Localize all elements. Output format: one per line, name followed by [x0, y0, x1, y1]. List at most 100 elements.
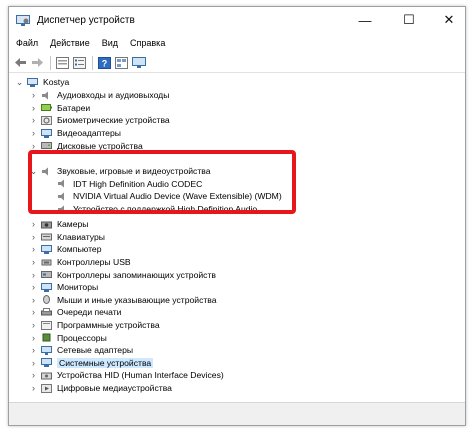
back-icon[interactable]	[13, 55, 28, 70]
disk-icon	[41, 142, 52, 150]
monitor-icon	[41, 282, 52, 292]
chevron-right-icon[interactable]: ›	[29, 257, 38, 267]
tree-item-label: Очереди печати	[57, 307, 122, 318]
software-device-icon	[41, 320, 52, 330]
maximize-button[interactable]: ☐	[397, 11, 421, 29]
tree-item-monitors[interactable]: › Мониторы	[29, 281, 98, 294]
storage-controller-icon	[41, 271, 52, 279]
properties-icon[interactable]	[55, 55, 70, 70]
svg-text:?: ?	[102, 58, 108, 68]
chevron-right-icon[interactable]: ›	[29, 295, 38, 305]
tree-item-digital-media[interactable]: › Цифровые медиаустройства	[29, 382, 172, 395]
camera-icon	[41, 221, 52, 229]
tree-item-label: Батареи	[57, 102, 91, 113]
menu-action[interactable]: Действие	[45, 38, 95, 48]
tree-item-cameras[interactable]: › Камеры	[29, 218, 88, 231]
help-icon[interactable]: ?	[97, 55, 112, 70]
fingerprint-icon	[41, 115, 52, 125]
device-list-icon[interactable]	[72, 55, 87, 70]
device-manager-icon	[16, 15, 30, 26]
chevron-right-icon[interactable]: ›	[29, 219, 38, 229]
tree-item-label: Мониторы	[57, 282, 99, 293]
battery-icon	[41, 104, 52, 112]
tree-item-system-devices[interactable]: › Системные устройства	[29, 357, 154, 370]
chevron-right-icon[interactable]: ›	[29, 320, 38, 330]
mouse-icon	[43, 295, 50, 305]
tree-root[interactable]: ⌄ Kostya	[15, 76, 70, 89]
tree-item-usb-controllers[interactable]: › Контроллеры USB	[29, 256, 131, 269]
network-adapter-icon	[41, 345, 52, 355]
chevron-right-icon[interactable]: ›	[29, 232, 38, 242]
processor-icon	[42, 333, 51, 342]
tree-item-processors[interactable]: › Процессоры	[29, 331, 107, 344]
tree-item-batteries[interactable]: › Батареи	[29, 102, 90, 115]
chevron-right-icon[interactable]: ›	[29, 282, 38, 292]
chevron-right-icon[interactable]: ›	[29, 345, 38, 355]
chevron-right-icon[interactable]: ›	[29, 370, 38, 380]
tree-item-label: Цифровые медиаустройства	[57, 383, 172, 394]
tree-item-label: Контроллеры запоминающих устройств	[57, 269, 216, 280]
computer-icon	[41, 244, 52, 254]
tree-item-mice[interactable]: › Мыши и иные указывающие устройства	[29, 294, 217, 307]
chevron-right-icon[interactable]: ›	[29, 383, 38, 393]
tree-item-storage-controllers[interactable]: › Контроллеры запоминающих устройств	[29, 268, 216, 281]
tree-item-label: Аудиовходы и аудиовыходы	[57, 90, 170, 101]
tree-item-label: Компьютер	[57, 244, 102, 255]
view-icon[interactable]	[114, 55, 129, 70]
title-bar: Диспетчер устройств — ☐ ✕	[9, 7, 465, 35]
chevron-right-icon[interactable]: ›	[29, 141, 38, 151]
menu-bar: Файл Действие Вид Справка	[9, 35, 465, 51]
chevron-right-icon[interactable]: ›	[29, 128, 38, 138]
menu-view[interactable]: Вид	[97, 38, 123, 48]
tree-item-print-queues[interactable]: › Очереди печати	[29, 306, 121, 319]
tree-item-label: Клавиатуры	[57, 231, 105, 242]
chevron-right-icon[interactable]: ›	[29, 90, 38, 100]
tree-item-computer[interactable]: › Компьютер	[29, 243, 101, 256]
computer-icon	[27, 77, 38, 87]
tree-item-label: Биометрические устройства	[57, 115, 170, 126]
red-highlight-frame	[28, 150, 296, 214]
toolbar-separator	[50, 55, 51, 70]
menu-file[interactable]: Файл	[11, 38, 43, 48]
forward-icon[interactable]	[30, 55, 45, 70]
chevron-right-icon[interactable]: ›	[29, 244, 38, 254]
device-manager-window: Диспетчер устройств — ☐ ✕ Файл Действие …	[8, 6, 466, 426]
tree-item-label: Устройства HID (Human Interface Devices)	[57, 370, 224, 381]
tree-item-biometric[interactable]: › Биометрические устройства	[29, 114, 170, 127]
tree-item-label: Мыши и иные указывающие устройства	[57, 294, 217, 305]
device-tree: ⌄ Kostya › Аудиовходы и аудиовыходы › Ба…	[9, 73, 465, 396]
keyboard-icon	[41, 233, 52, 241]
toolbar: ?	[9, 53, 465, 73]
media-device-icon	[41, 383, 52, 393]
chevron-right-icon[interactable]: ›	[29, 270, 38, 280]
hid-icon	[41, 372, 52, 380]
tree-item-hid[interactable]: › Устройства HID (Human Interface Device…	[29, 369, 224, 382]
chevron-right-icon[interactable]: ›	[29, 115, 38, 125]
tree-item-software-devices[interactable]: › Программные устройства	[29, 319, 160, 332]
printer-icon	[41, 307, 52, 316]
display-adapter-icon	[41, 128, 52, 138]
window-title: Диспетчер устройств	[37, 15, 135, 26]
tree-item-display-adapters[interactable]: › Видеоадаптеры	[29, 127, 121, 140]
status-bar	[9, 402, 465, 425]
chevron-right-icon[interactable]: ›	[29, 307, 38, 317]
tree-item-keyboards[interactable]: › Клавиатуры	[29, 231, 105, 244]
chevron-right-icon[interactable]: ›	[29, 103, 38, 113]
tree-item-label: Программные устройства	[57, 320, 160, 331]
chevron-down-icon[interactable]: ⌄	[15, 77, 24, 87]
tree-item-label: Процессоры	[57, 332, 107, 343]
usb-icon	[41, 259, 52, 266]
chevron-right-icon[interactable]: ›	[29, 333, 38, 343]
tree-item-audio-io[interactable]: › Аудиовходы и аудиовыходы	[29, 89, 169, 102]
tree-item-label: Контроллеры USB	[57, 257, 131, 268]
menu-help[interactable]: Справка	[125, 38, 170, 48]
toolbar-separator	[92, 55, 93, 70]
chevron-right-icon[interactable]: ›	[29, 358, 38, 368]
close-button[interactable]: ✕	[437, 11, 461, 29]
tree-item-label: Камеры	[57, 219, 89, 230]
monitor-icon[interactable]	[131, 55, 146, 70]
tree-item-network-adapters[interactable]: › Сетевые адаптеры	[29, 344, 133, 357]
speaker-icon	[42, 91, 48, 100]
minimize-button[interactable]: —	[353, 11, 377, 29]
tree-item-label: Системные устройства	[57, 357, 154, 368]
